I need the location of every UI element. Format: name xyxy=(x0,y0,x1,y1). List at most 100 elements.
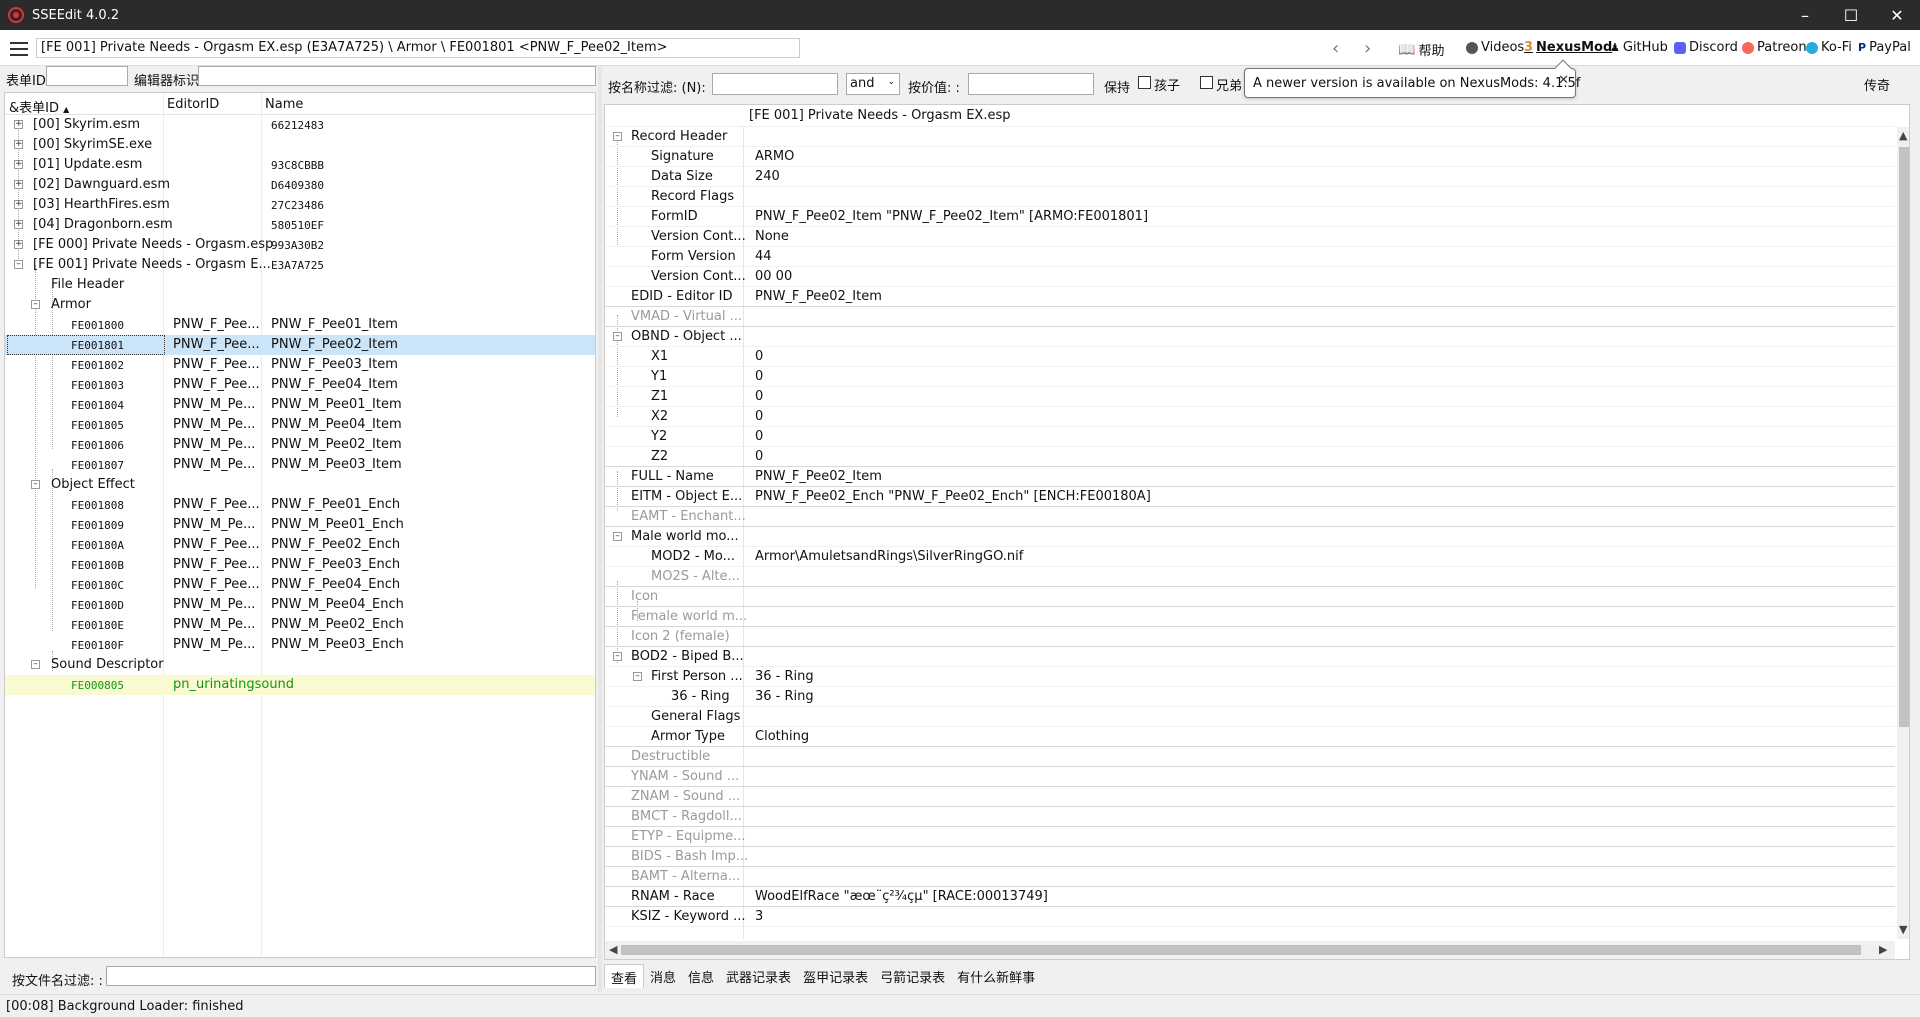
record-field-row[interactable]: – OBND - Object ... xyxy=(605,327,1895,347)
expand-icon[interactable]: + xyxy=(14,120,23,129)
record-field-row[interactable]: Data Size 240 xyxy=(605,167,1895,187)
record-field-row[interactable]: – Male world mo... xyxy=(605,527,1895,547)
expand-icon[interactable]: + xyxy=(14,180,23,189)
tree-row[interactable]: FE00180F PNW_M_Pe... PNW_M_Pee03_Ench xyxy=(5,635,595,655)
tree-row[interactable]: + [00] Skyrim.esm 66212483 xyxy=(5,115,595,135)
record-field-row[interactable]: BIDS - Bash Imp... xyxy=(605,847,1895,867)
record-field-row[interactable]: 36 - Ring 36 - Ring xyxy=(605,687,1895,707)
expand-icon[interactable]: + xyxy=(14,220,23,229)
tree-row[interactable]: + [03] HearthFires.esm 27C23486 xyxy=(5,195,595,215)
record-field-row[interactable]: Female world m... xyxy=(605,607,1895,627)
tree-row[interactable]: – Sound Descriptor xyxy=(5,655,595,675)
record-field-row[interactable]: Armor Type Clothing xyxy=(605,727,1895,747)
patreon-link[interactable]: Patreon xyxy=(1742,40,1807,55)
nexusmod-link[interactable]: 3 NexusMod xyxy=(1524,40,1612,55)
record-field-row[interactable]: EDID - Editor ID PNW_F_Pee02_Item xyxy=(605,287,1895,307)
record-field-row[interactable]: MO2S - Alte... xyxy=(605,567,1895,587)
tree-row[interactable]: FE00180E PNW_M_Pe... PNW_M_Pee02_Ench xyxy=(5,615,595,635)
tree-row[interactable]: FE001803 PNW_F_Pee... PNW_F_Pee04_Item xyxy=(5,375,595,395)
collapse-icon[interactable]: – xyxy=(633,672,642,681)
tab-view[interactable]: 查看 xyxy=(604,964,645,988)
name-filter-input[interactable] xyxy=(712,73,838,95)
expand-icon[interactable]: + xyxy=(14,240,23,249)
menu-icon[interactable] xyxy=(10,42,28,56)
update-notification[interactable]: A newer version is available on NexusMod… xyxy=(1244,59,1580,98)
tree-row[interactable]: FE001804 PNW_M_Pe... PNW_M_Pee01_Item xyxy=(5,395,595,415)
record-field-row[interactable]: MOD2 - Mo... Armor\AmuletsandRings\Silver… xyxy=(605,547,1895,567)
tree-row[interactable]: + [00] SkyrimSE.exe xyxy=(5,135,595,155)
record-field-row[interactable]: – Record Header xyxy=(605,127,1895,147)
tab-ammo-spreadsheet[interactable]: 弓箭记录表 xyxy=(874,964,951,988)
record-field-row[interactable]: EITM - Object E... PNW_F_Pee02_Ench "PNW_… xyxy=(605,487,1895,507)
tree-row[interactable]: + [FE 000] Private Needs - Orgasm.esp 99… xyxy=(5,235,595,255)
forward-arrow-icon[interactable]: › xyxy=(1364,38,1371,59)
tab-info[interactable]: 信息 xyxy=(682,964,720,988)
tree-row-highlighted[interactable]: FE000805 pn_urinatingsound xyxy=(5,675,595,695)
record-field-row[interactable]: Signature ARMO xyxy=(605,147,1895,167)
tree-row[interactable]: – Object Effect xyxy=(5,475,595,495)
record-field-row[interactable]: ETYP - Equipme... xyxy=(605,827,1895,847)
tab-whats-new[interactable]: 有什么新鲜事 xyxy=(951,964,1041,988)
record-field-row[interactable]: RNAM - Race WoodElfRace "æœ¨ç²¾çµ" [RACE:… xyxy=(605,887,1895,907)
tab-weapon-spreadsheet[interactable]: 武器记录表 xyxy=(720,964,797,988)
collapse-icon[interactable]: – xyxy=(613,532,622,541)
record-field-row[interactable]: Icon xyxy=(605,587,1895,607)
close-icon[interactable]: ✕ xyxy=(1558,73,1569,88)
collapse-icon[interactable]: – xyxy=(14,260,23,269)
tree-row[interactable]: FE001808 PNW_F_Pee... PNW_F_Pee01_Ench xyxy=(5,495,595,515)
record-path-field[interactable]: [FE 001] Private Needs - Orgasm EX.esp (… xyxy=(36,38,800,58)
scroll-right-icon[interactable]: ▶ xyxy=(1879,943,1887,956)
record-field-row[interactable]: Z1 0 xyxy=(605,387,1895,407)
collapse-icon[interactable]: – xyxy=(31,300,40,309)
expand-icon[interactable]: + xyxy=(14,200,23,209)
file-filter-input[interactable] xyxy=(106,966,596,986)
legend-button[interactable]: 传奇 xyxy=(1864,75,1890,94)
minimize-button[interactable]: – xyxy=(1782,0,1828,30)
tree-row[interactable]: FE001800 PNW_F_Pee... PNW_F_Pee01_Item xyxy=(5,315,595,335)
close-button[interactable]: ✕ xyxy=(1874,0,1920,30)
editorid-input[interactable] xyxy=(198,66,596,86)
collapse-icon[interactable]: – xyxy=(613,132,622,141)
record-field-row[interactable]: Destructible xyxy=(605,747,1895,767)
tree-row[interactable]: + [01] Update.esm 93C8CBBB xyxy=(5,155,595,175)
vertical-scrollbar[interactable]: ▲ ▼ xyxy=(1897,127,1909,939)
tree-row[interactable]: FE00180C PNW_F_Pee... PNW_F_Pee04_Ench xyxy=(5,575,595,595)
children-checkbox[interactable] xyxy=(1138,76,1151,89)
record-field-row[interactable]: FormID PNW_F_Pee02_Item "PNW_F_Pee02_Item… xyxy=(605,207,1895,227)
tree-row[interactable]: FE001809 PNW_M_Pe... PNW_M_Pee01_Ench xyxy=(5,515,595,535)
record-field-row[interactable]: Version Cont... 00 00 xyxy=(605,267,1895,287)
tree-row[interactable]: – [FE 001] Private Needs - Orgasm E... E… xyxy=(5,255,595,275)
siblings-checkbox[interactable] xyxy=(1200,76,1213,89)
scroll-left-icon[interactable]: ◀ xyxy=(609,943,617,956)
tree-row[interactable]: FE00180D PNW_M_Pe... PNW_M_Pee04_Ench xyxy=(5,595,595,615)
tree-row[interactable]: FE00180A PNW_F_Pee... PNW_F_Pee02_Ench xyxy=(5,535,595,555)
record-field-row[interactable]: EAMT - Enchant... xyxy=(605,507,1895,527)
discord-link[interactable]: Discord xyxy=(1674,40,1738,55)
tree-row[interactable]: FE001806 PNW_M_Pe... PNW_M_Pee02_Item xyxy=(5,435,595,455)
tree-row[interactable]: FE00180B PNW_F_Pee... PNW_F_Pee03_Ench xyxy=(5,555,595,575)
and-select[interactable]: and ⌄ xyxy=(846,73,900,95)
record-field-row[interactable]: General Flags xyxy=(605,707,1895,727)
record-field-row[interactable]: BMCT - Ragdoll... xyxy=(605,807,1895,827)
column-editorid[interactable]: EditorID xyxy=(167,97,219,112)
record-field-row[interactable]: KSIZ - Keyword ... 3 xyxy=(605,907,1895,927)
record-field-row[interactable]: Z2 0 xyxy=(605,447,1895,467)
collapse-icon[interactable]: – xyxy=(31,660,40,669)
paypal-link[interactable]: P PayPal xyxy=(1858,40,1911,55)
column-name[interactable]: Name xyxy=(265,97,303,112)
record-field-row[interactable]: – BOD2 - Biped B... xyxy=(605,647,1895,667)
column-formid[interactable]: &表单ID ▲ xyxy=(9,97,69,116)
tree-row-selected[interactable]: FE001801 PNW_F_Pee... PNW_F_Pee02_Item xyxy=(5,335,595,355)
record-field-row[interactable]: Y2 0 xyxy=(605,427,1895,447)
record-field-row[interactable]: Icon 2 (female) xyxy=(605,627,1895,647)
horizontal-scroll-thumb[interactable] xyxy=(621,945,1861,955)
collapse-icon[interactable]: – xyxy=(613,332,622,341)
kofi-link[interactable]: Ko-Fi xyxy=(1806,40,1852,55)
record-field-row[interactable]: Form Version 44 xyxy=(605,247,1895,267)
github-link[interactable]: ♟ GitHub xyxy=(1610,40,1668,55)
collapse-icon[interactable]: – xyxy=(613,652,622,661)
record-field-row[interactable]: YNAM - Sound ... xyxy=(605,767,1895,787)
tab-messages[interactable]: 消息 xyxy=(644,964,682,988)
maximize-button[interactable]: ☐ xyxy=(1828,0,1874,30)
record-field-row[interactable]: FULL - Name PNW_F_Pee02_Item xyxy=(605,467,1895,487)
